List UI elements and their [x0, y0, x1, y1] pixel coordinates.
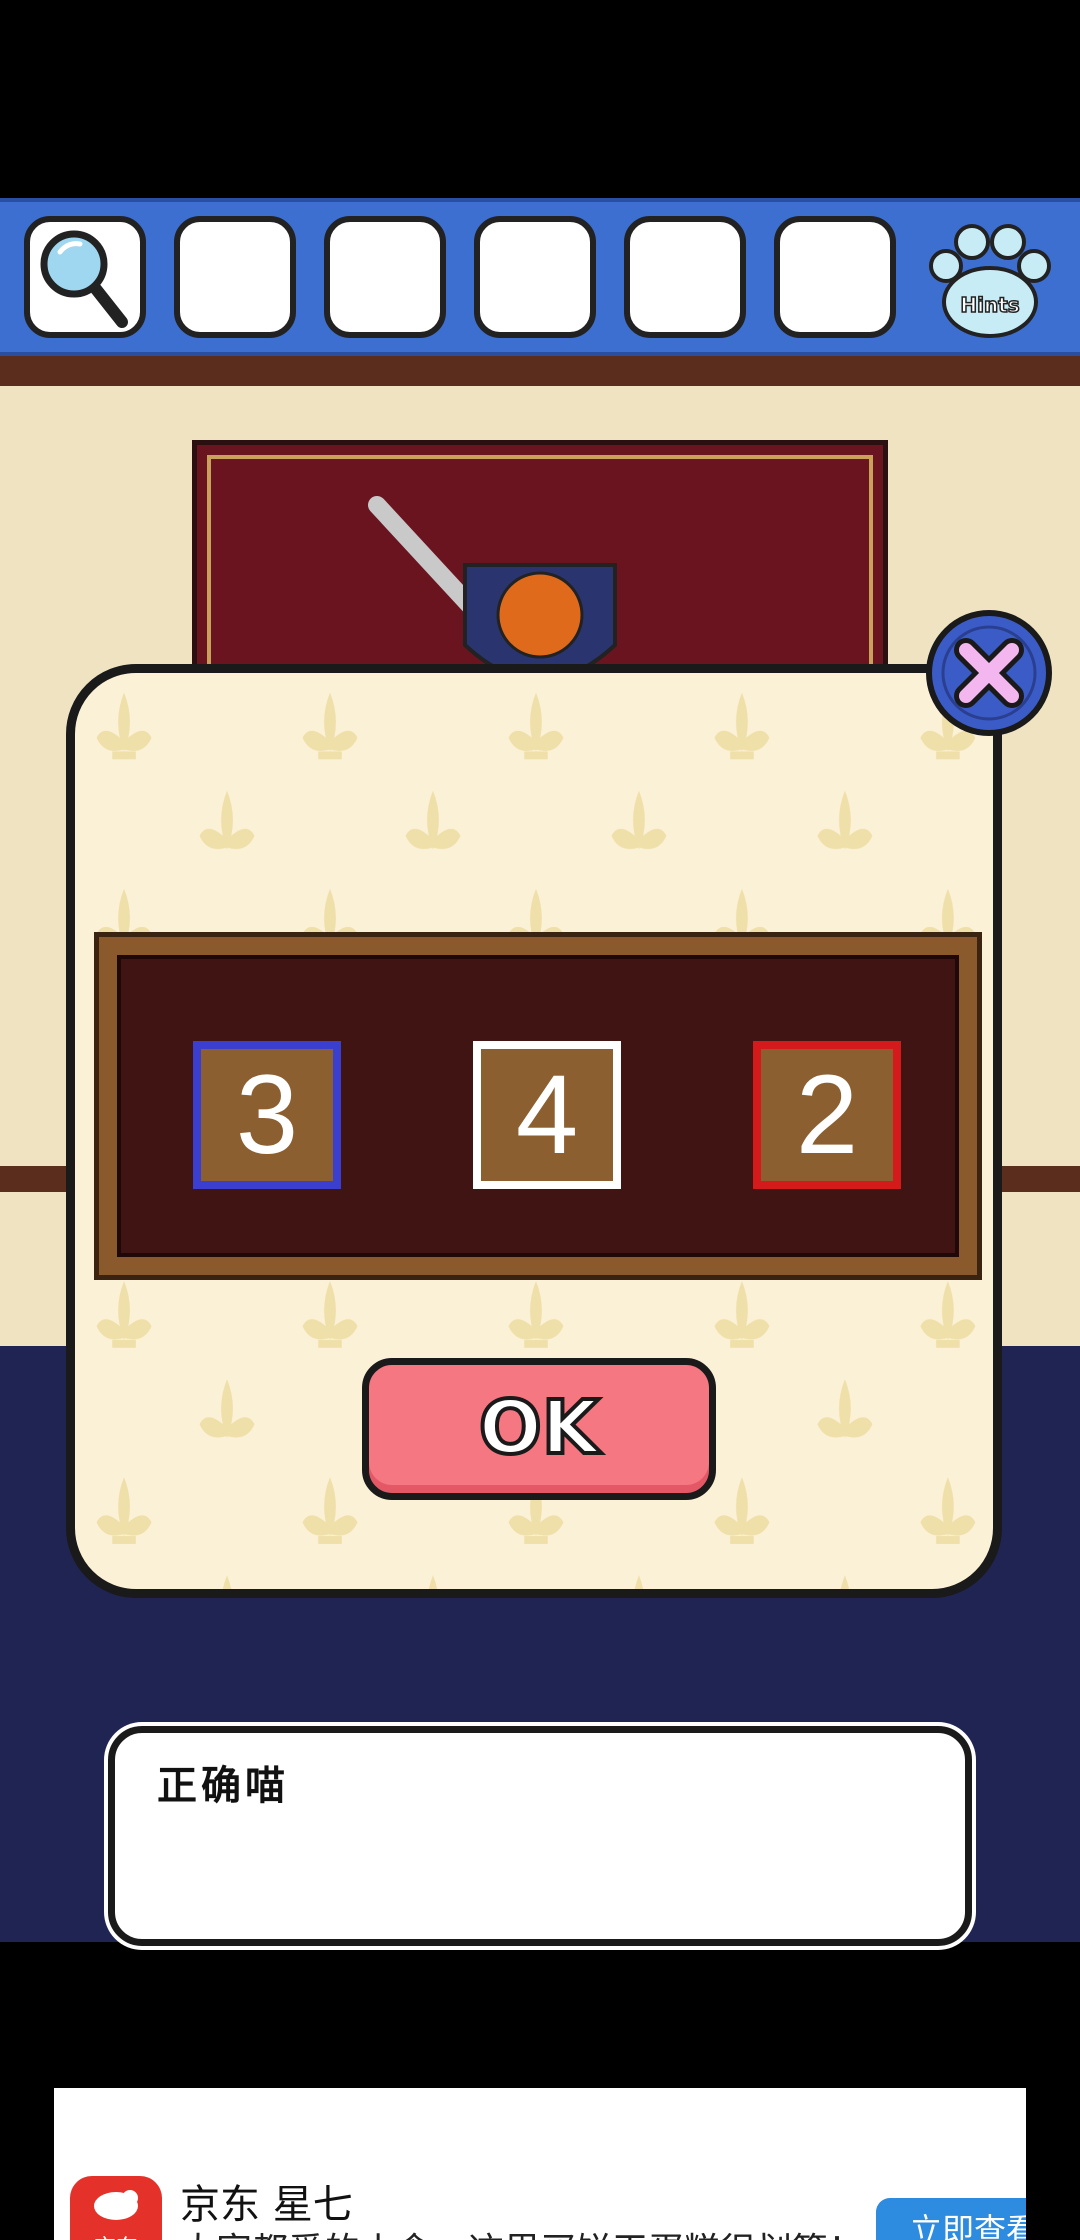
- inventory-slot-3[interactable]: [324, 216, 446, 338]
- ok-button[interactable]: OK: [362, 1358, 716, 1500]
- jd-dog-icon: [94, 2190, 138, 2220]
- close-x-icon: [926, 610, 1052, 736]
- magnifier-icon: [40, 230, 128, 328]
- ad-description: 大家都爱的小食，这里买饼干蛋糕很划算！: [180, 2222, 864, 2240]
- message-box: 正确喵: [108, 1726, 972, 1946]
- code-panel: 3 4 2: [94, 932, 982, 1280]
- hints-button[interactable]: Hints: [920, 210, 1060, 350]
- message-text: 正确喵: [157, 1763, 289, 1809]
- wall-molding: [0, 356, 1080, 386]
- inventory-slot-5[interactable]: [624, 216, 746, 338]
- inventory-slot-6[interactable]: [774, 216, 896, 338]
- paw-icon: Hints: [929, 224, 1051, 338]
- hints-label: Hints: [960, 293, 1019, 317]
- inventory-bar: Hints: [0, 198, 1080, 356]
- ad-logo-text: 京东: [70, 2230, 162, 2240]
- ad-cta-button[interactable]: 立即查看: [876, 2198, 1026, 2240]
- inventory-slot-2[interactable]: [174, 216, 296, 338]
- digit-dial-1[interactable]: 3: [193, 1041, 341, 1189]
- ad-logo: 京东: [70, 2176, 162, 2240]
- digit-dial-2[interactable]: 4: [473, 1041, 621, 1189]
- ad-banner[interactable]: 京东 京东 星七 大家都爱的小食，这里买饼干蛋糕很划算！ 立即查看: [54, 2088, 1026, 2240]
- close-button[interactable]: [924, 608, 1054, 738]
- digit-dial-3[interactable]: 2: [753, 1041, 901, 1189]
- inventory-slot-4[interactable]: [474, 216, 596, 338]
- inventory-slot-1[interactable]: [24, 216, 146, 338]
